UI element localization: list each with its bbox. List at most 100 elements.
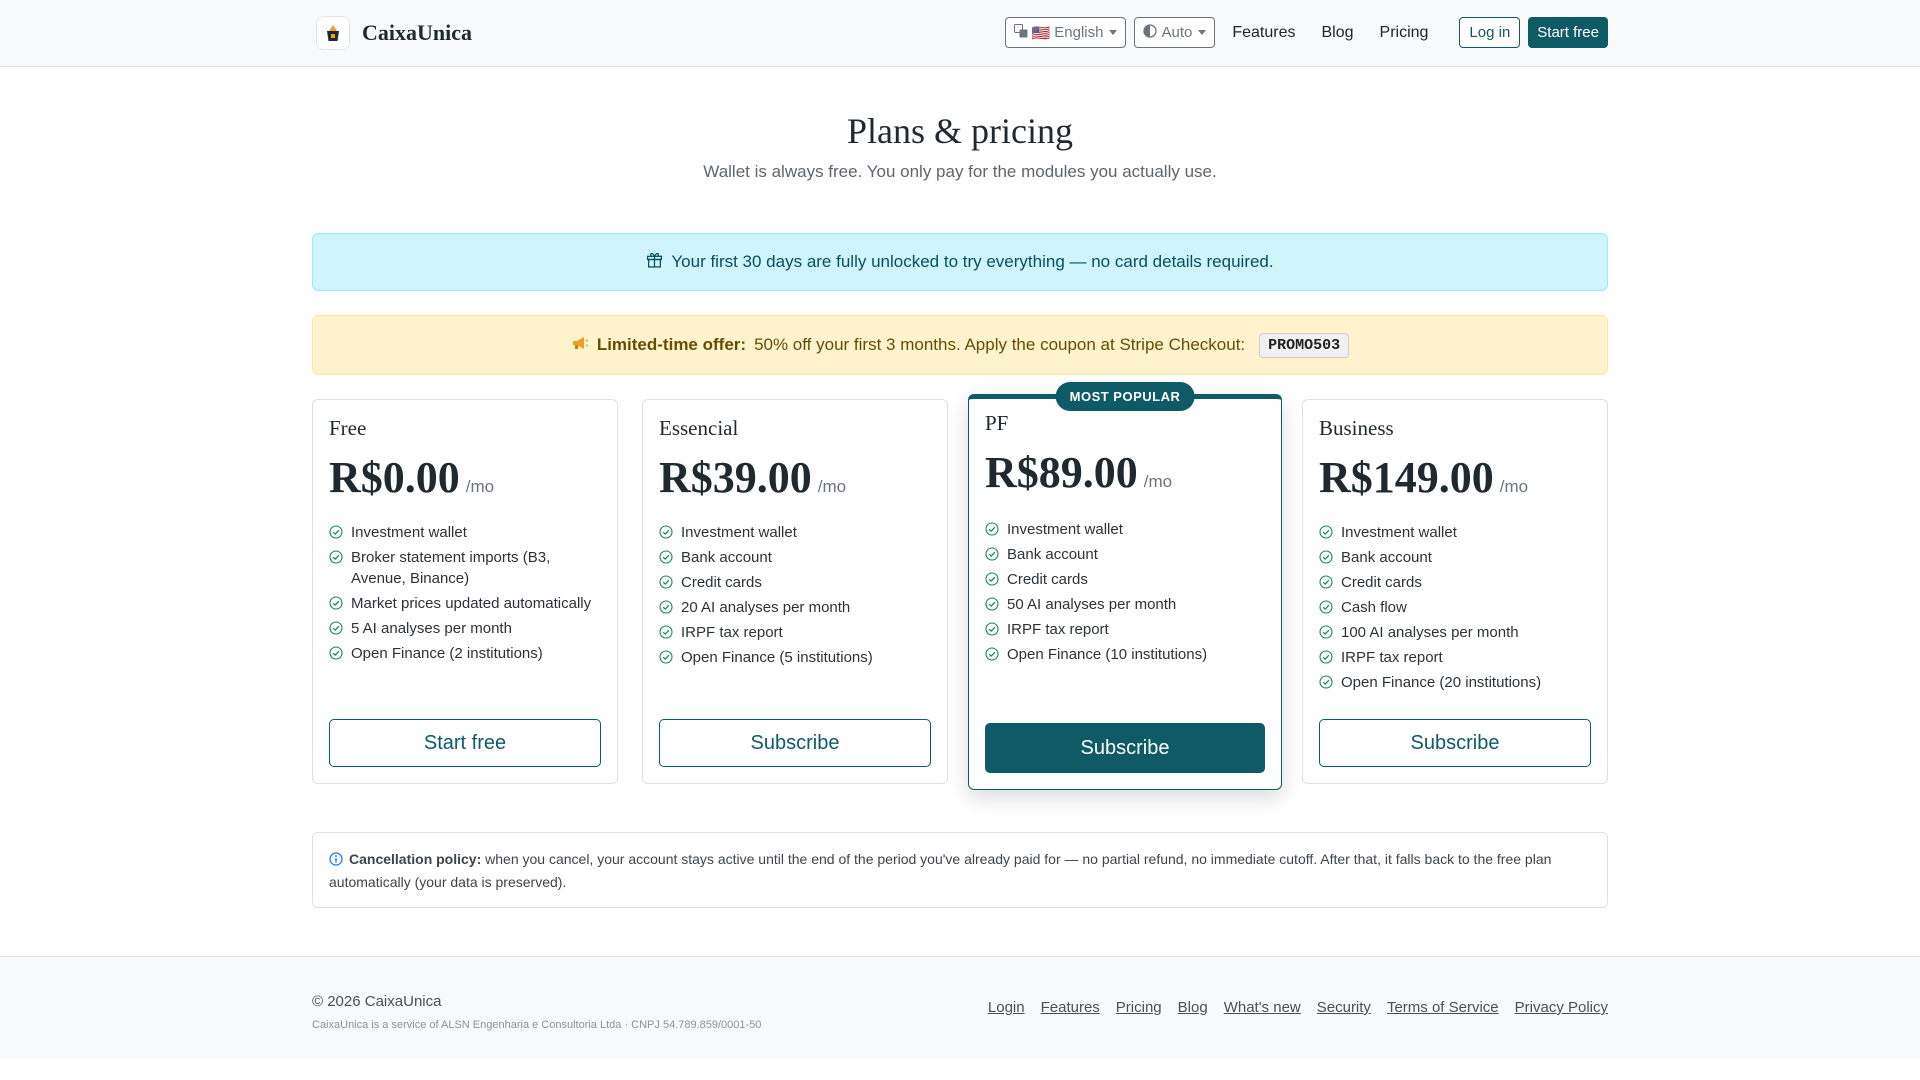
megaphone-icon [571,335,589,356]
language-flag: 🇺🇸 [1031,24,1051,42]
brand-logo-icon [316,16,350,50]
feature-text: Investment wallet [1007,521,1123,538]
feature-item: IRPF tax report [985,619,1265,640]
check-circle-icon [985,597,999,611]
language-dropdown[interactable]: 🇺🇸 English [1004,17,1127,48]
check-circle-icon [1319,650,1333,664]
policy-label: Cancellation policy: [349,851,482,867]
footer-link-privacy[interactable]: Privacy Policy [1515,999,1608,1016]
trial-alert-text: Your first 30 days are fully unlocked to… [671,252,1274,271]
feature-item: Bank account [985,544,1265,565]
navbar: CaixaUnica 🇺🇸 English Auto Features Blog… [0,0,1920,67]
start-free-nav-button[interactable]: Start free [1528,17,1608,48]
check-circle-icon [1319,600,1333,614]
language-label: English [1054,24,1104,41]
subscribe-business-button[interactable]: Subscribe [1319,719,1591,767]
feature-text: Credit cards [681,574,762,591]
nav-link-blog[interactable]: Blog [1312,24,1362,42]
feature-text: Open Finance (2 institutions) [351,645,543,662]
plan-name: Essencial [659,416,739,440]
plan-card-pf: MOST POPULAR PF R$89.00 /mo Investment w… [968,382,1282,790]
most-popular-badge: MOST POPULAR [1055,382,1195,411]
cancellation-policy: Cancellation policy: when you cancel, yo… [312,832,1608,908]
feature-text: Open Finance (10 institutions) [1007,646,1208,663]
subscribe-essencial-button[interactable]: Subscribe [659,719,931,767]
feature-text: 100 AI analyses per month [1341,624,1519,641]
login-button[interactable]: Log in [1459,17,1521,48]
feature-item: Bank account [659,547,931,568]
feature-text: Broker statement imports (B3, Avenue, Bi… [351,549,551,587]
footer-copyright: © 2026 CaixaUnica [312,993,442,1010]
feature-item: IRPF tax report [659,622,931,643]
nav-link-pricing[interactable]: Pricing [1371,24,1438,42]
subscribe-pf-button[interactable]: Subscribe [985,723,1265,773]
offer-label: Limited-time offer: [596,335,747,354]
plan-price-amount: R$89.00 [985,448,1138,497]
theme-dropdown[interactable]: Auto [1134,17,1216,48]
check-circle-icon [329,621,343,635]
feature-item: Investment wallet [985,519,1265,540]
check-circle-icon [659,550,673,564]
feature-text: Cash flow [1341,599,1407,616]
check-circle-icon [1319,625,1333,639]
feature-text: IRPF tax report [681,624,783,641]
feature-item: 20 AI analyses per month [659,597,931,618]
footer-link-blog[interactable]: Blog [1178,999,1208,1016]
feature-text: 20 AI analyses per month [681,599,851,616]
footer-legal: CaixaUnica is a service of ALSN Engenhar… [312,1019,762,1031]
plan-price: R$0.00 /mo [329,452,494,503]
feature-text: Credit cards [1007,571,1088,588]
feature-text: Bank account [681,549,772,566]
plan-price-period: /mo [817,477,847,496]
footer-links: Login Features Pricing Blog What's new S… [988,999,1608,1016]
feature-text: Open Finance (20 institutions) [1341,674,1542,691]
brand-name: CaixaUnica [362,20,472,45]
check-circle-icon [659,525,673,539]
feature-list: Investment wallet Bank account Credit card… [1319,522,1591,697]
feature-text: Investment wallet [1341,524,1457,541]
start-free-button[interactable]: Start free [329,719,601,767]
feature-item: Open Finance (5 institutions) [659,647,931,668]
footer-link-pricing[interactable]: Pricing [1116,999,1162,1016]
page-title: Plans & pricing [847,111,1073,151]
check-circle-icon [659,575,673,589]
check-circle-icon [985,572,999,586]
check-circle-icon [985,547,999,561]
footer-link-whats-new[interactable]: What's new [1224,999,1301,1016]
plan-card-free: Free R$0.00 /mo Investment wallet Broker … [312,399,618,784]
footer-link-features[interactable]: Features [1041,999,1100,1016]
feature-item: Investment wallet [329,522,601,543]
plan-price-period: /mo [1143,472,1173,491]
footer-link-terms[interactable]: Terms of Service [1387,999,1499,1016]
footer-link-security[interactable]: Security [1317,999,1371,1016]
feature-item: Cash flow [1319,597,1591,618]
plan-price-amount: R$149.00 [1319,453,1494,502]
page-subtitle: Wallet is always free. You only pay for … [703,162,1217,181]
feature-item: Investment wallet [1319,522,1591,543]
check-circle-icon [1319,525,1333,539]
feature-item: 100 AI analyses per month [1319,622,1591,643]
feature-text: Investment wallet [351,524,467,541]
check-circle-icon [1319,550,1333,564]
feature-item: 5 AI analyses per month [329,618,601,639]
brand-link[interactable]: CaixaUnica [316,16,472,50]
footer: © 2026 CaixaUnica CaixaUnica is a servic… [0,956,1920,1059]
check-circle-icon [329,525,343,539]
info-circle-icon [329,851,343,872]
feature-text: Investment wallet [681,524,797,541]
footer-link-login[interactable]: Login [988,999,1025,1016]
chevron-down-icon [1198,30,1207,35]
check-circle-icon [329,596,343,610]
feature-item: Investment wallet [659,522,931,543]
nav-link-features[interactable]: Features [1223,24,1304,42]
translate-icon [1013,23,1028,42]
feature-list: Investment wallet Bank account Credit card… [985,519,1265,669]
check-circle-icon [659,600,673,614]
plan-name: PF [985,411,1009,435]
check-circle-icon [329,646,343,660]
offer-text: 50% off your first 3 months. Apply the c… [754,335,1246,354]
feature-item: Broker statement imports (B3, Avenue, Bi… [329,547,601,589]
offer-alert: Limited-time offer: 50% off your first 3… [312,315,1608,375]
plan-price-period: /mo [1499,477,1529,496]
trial-alert: Your first 30 days are fully unlocked to… [312,233,1608,291]
